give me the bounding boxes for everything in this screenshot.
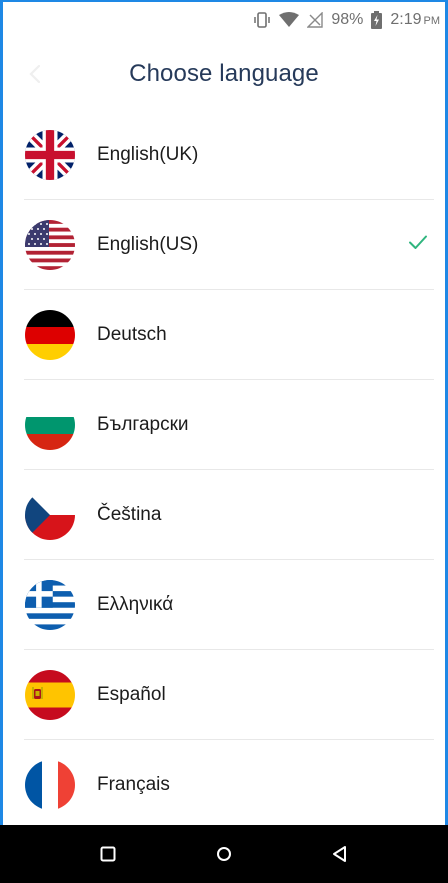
language-list: English(UK) English(US) Deutsch Българск… (0, 110, 448, 830)
clock-time: 2:19 (390, 11, 422, 28)
back-button[interactable] (22, 60, 50, 88)
language-label: Français (97, 774, 170, 795)
language-label: English(UK) (97, 144, 199, 165)
clock: 2:19 PM (390, 11, 440, 29)
germany-flag-icon (25, 310, 75, 360)
language-item-english-us[interactable]: English(US) (0, 200, 448, 290)
home-button[interactable] (204, 834, 244, 874)
clock-ampm: PM (423, 15, 441, 27)
status-bar: 98% 2:19 PM (0, 0, 448, 40)
recents-icon (100, 846, 116, 862)
vibrate-icon (253, 11, 271, 29)
language-item-french[interactable]: Français (0, 740, 448, 830)
language-item-bulgarian[interactable]: Български (0, 380, 448, 470)
france-flag-icon (25, 760, 75, 810)
language-label: Deutsch (97, 324, 167, 345)
language-item-greek[interactable]: Ελληνικά (0, 560, 448, 650)
nav-back-button[interactable] (320, 834, 360, 874)
recents-button[interactable] (88, 834, 128, 874)
language-label: Čeština (97, 504, 162, 525)
language-label: Español (97, 684, 166, 705)
system-nav-bar (0, 825, 448, 883)
language-label: Ελληνικά (97, 594, 174, 615)
language-item-deutsch[interactable]: Deutsch (0, 290, 448, 380)
page-title: Choose language (129, 60, 319, 87)
bulgaria-flag-icon (25, 400, 75, 450)
signal-icon (307, 12, 324, 28)
wifi-icon (279, 12, 300, 28)
language-item-english-uk[interactable]: English(UK) (0, 110, 448, 200)
language-item-czech[interactable]: Čeština (0, 470, 448, 560)
czech-flag-icon (25, 490, 75, 540)
back-arrow-icon (29, 64, 41, 84)
back-icon (333, 846, 346, 862)
battery-percent: 98% (331, 11, 364, 28)
app-header: Choose language (0, 44, 448, 104)
language-label: Български (97, 414, 189, 435)
home-icon (217, 847, 231, 861)
language-label: English(US) (97, 234, 199, 255)
checkmark-icon (408, 235, 428, 256)
battery-charging-icon (371, 11, 383, 29)
greece-flag-icon (25, 580, 75, 630)
spain-flag-icon (25, 670, 75, 720)
us-flag-icon (25, 220, 75, 270)
language-item-spanish[interactable]: Español (0, 650, 448, 740)
uk-flag-icon (25, 130, 75, 180)
